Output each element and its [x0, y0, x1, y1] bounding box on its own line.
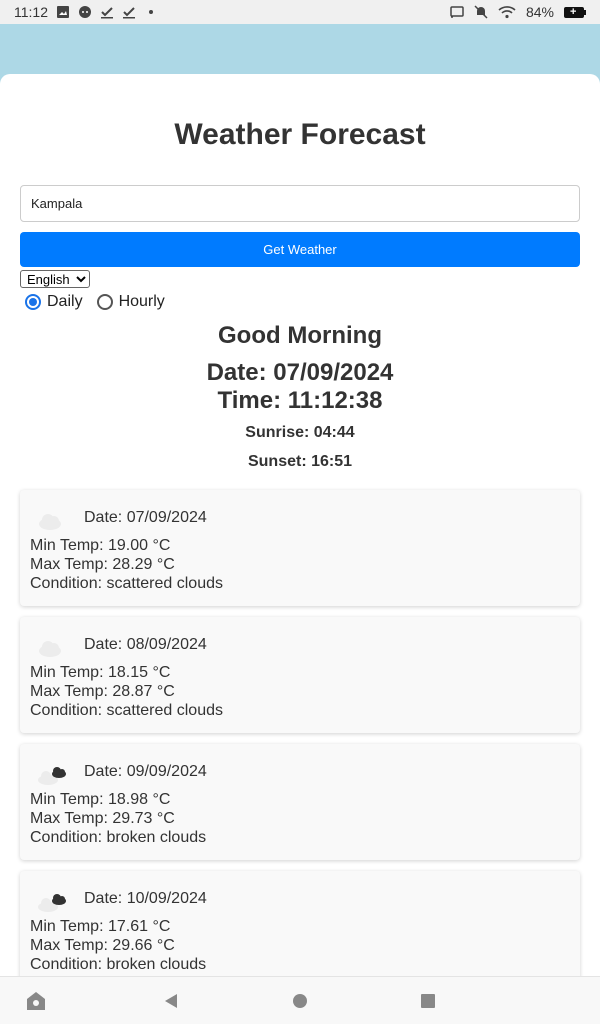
language-select[interactable]: English	[20, 270, 90, 288]
main-container: Weather Forecast Get Weather English Dai…	[0, 74, 600, 976]
forecast-date: Date: 10/09/2024	[84, 890, 207, 907]
broken-clouds-icon	[38, 894, 66, 912]
hourly-radio-label: Hourly	[118, 293, 165, 310]
forecast-max-temp: Max Temp: 29.73 °C	[30, 810, 175, 827]
forecast-condition: Condition: broken clouds	[30, 829, 207, 846]
sunrise-time: Sunrise: 04:44	[245, 424, 355, 441]
forecast-mode-group: Daily Hourly	[20, 291, 580, 313]
forecast-min-temp: Min Temp: 19.00 °C	[30, 537, 171, 554]
daily-radio[interactable]	[25, 294, 41, 310]
dot-icon	[149, 10, 153, 14]
sunset-time: Sunset: 16:51	[247, 453, 353, 470]
image-icon	[57, 6, 69, 18]
forecast-list: Date: 07/09/2024 Min Temp: 19.00 °C Max …	[20, 490, 580, 976]
status-time: 11:12	[14, 4, 48, 20]
hourly-radio[interactable]	[96, 294, 113, 310]
forecast-card: Date: 07/09/2024 Min Temp: 19.00 °C Max …	[20, 490, 580, 606]
forecast-min-temp: Min Temp: 18.98 °C	[30, 791, 171, 808]
current-time: Time: 11:12:38	[217, 387, 383, 414]
current-date: Date: 07/09/2024	[206, 359, 394, 386]
chat-icon	[79, 6, 91, 18]
city-input[interactable]	[20, 185, 580, 222]
battery-icon	[564, 6, 586, 18]
cast-icon	[450, 6, 464, 18]
forecast-max-temp: Max Temp: 28.87 °C	[30, 683, 175, 700]
forecast-card: Date: 10/09/2024 Min Temp: 17.61 °C Max …	[20, 871, 580, 976]
navigation-bar	[0, 976, 600, 1024]
forecast-min-temp: Min Temp: 18.15 °C	[30, 664, 171, 681]
greeting: Good Morning	[218, 322, 382, 349]
get-weather-button[interactable]: Get Weather	[20, 232, 580, 267]
forecast-condition: Condition: broken clouds	[30, 956, 207, 973]
daily-radio-label: Daily	[47, 293, 83, 310]
forecast-min-temp: Min Temp: 17.61 °C	[30, 918, 171, 935]
broken-clouds-icon	[38, 767, 66, 785]
scattered-clouds-icon	[39, 514, 61, 530]
home-icon[interactable]	[292, 993, 308, 1009]
forecast-date: Date: 07/09/2024	[84, 509, 207, 526]
assistant-icon[interactable]	[25, 990, 47, 1012]
battery-percent: 84%	[525, 4, 554, 20]
forecast-condition: Condition: scattered clouds	[30, 575, 223, 592]
scattered-clouds-icon	[39, 641, 61, 657]
status-bar: 11:12 84%	[0, 0, 600, 24]
bell-off-icon	[474, 5, 488, 19]
back-icon[interactable]	[163, 993, 179, 1009]
check-icon	[123, 7, 135, 19]
forecast-max-temp: Max Temp: 28.29 °C	[30, 556, 175, 573]
forecast-card: Date: 09/09/2024 Min Temp: 18.98 °C Max …	[20, 744, 580, 860]
forecast-date: Date: 08/09/2024	[84, 636, 207, 653]
forecast-max-temp: Max Temp: 29.66 °C	[30, 937, 175, 954]
forecast-condition: Condition: scattered clouds	[30, 702, 223, 719]
page-title: Weather Forecast	[174, 118, 426, 151]
recents-icon[interactable]	[420, 993, 436, 1009]
check-icon	[101, 7, 113, 19]
wifi-icon	[498, 6, 516, 19]
forecast-date: Date: 09/09/2024	[84, 763, 207, 780]
forecast-card: Date: 08/09/2024 Min Temp: 18.15 °C Max …	[20, 617, 580, 733]
